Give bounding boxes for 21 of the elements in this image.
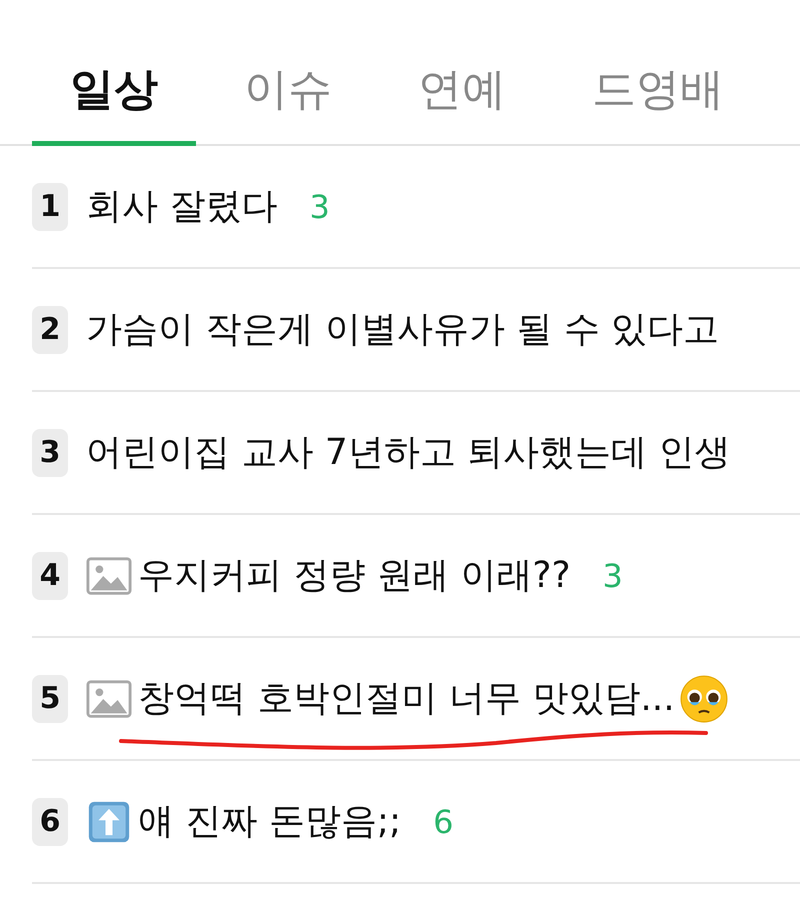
comment-count: 6 <box>433 802 454 840</box>
rank-badge: 2 <box>32 306 68 354</box>
rank-badge: 6 <box>32 798 68 846</box>
post-title[interactable]: 어린이집 교사 7년하고 퇴사했는데 인생 <box>86 428 731 477</box>
rank-badge: 3 <box>32 428 68 476</box>
post-title[interactable]: 창억떡 호박인절미 너무 맛있담... <box>138 674 675 723</box>
post-title[interactable]: 회사 잘렸다 <box>86 182 278 231</box>
comment-count: 3 <box>602 556 623 594</box>
rank-badge: 4 <box>32 552 68 600</box>
category-tab[interactable]: 드영배 <box>554 50 762 146</box>
post-title[interactable]: 가슴이 작은게 이별사유가 될 수 있다고 <box>86 305 720 354</box>
category-tab[interactable]: 일상 <box>32 50 196 146</box>
image-icon <box>86 554 132 596</box>
post-title[interactable]: 얘 진짜 돈많음;; <box>138 797 402 846</box>
rank-badge: 5 <box>32 674 68 722</box>
category-tab[interactable]: 이슈 <box>206 50 370 146</box>
category-tab[interactable]: 연예 <box>380 50 544 146</box>
comment-count: 3 <box>309 188 330 226</box>
post-title[interactable]: 우지커피 정량 원래 이래?? <box>138 551 571 600</box>
image-icon <box>86 678 132 720</box>
rank-badge: 1 <box>32 182 68 230</box>
